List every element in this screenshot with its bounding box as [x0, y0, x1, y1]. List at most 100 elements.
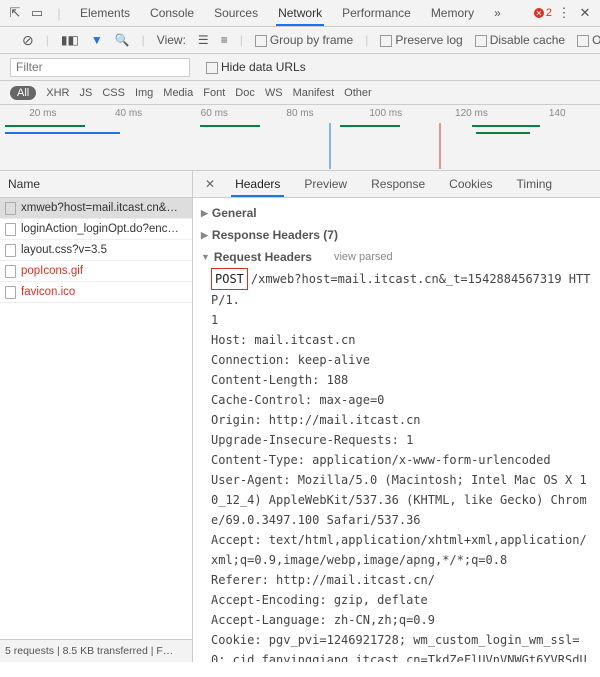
- group-by-frame-checkbox[interactable]: Group by frame: [255, 33, 353, 47]
- detail-panel: ✕ Headers Preview Response Cookies Timin…: [193, 171, 600, 662]
- header-line: Cache-Control: max-age=0: [201, 390, 592, 410]
- menu-icon[interactable]: ⋮: [552, 5, 574, 21]
- method-badge: POST: [211, 268, 248, 290]
- detail-body: ▶General ▶Response Headers (7) ▼ Request…: [193, 198, 600, 662]
- type-filter-bar: All XHR JS CSS Img Media Font Doc WS Man…: [0, 81, 600, 105]
- divider: |: [142, 33, 145, 47]
- error-icon: ✕: [534, 8, 544, 18]
- dtab-preview[interactable]: Preview: [294, 171, 357, 197]
- hide-data-urls-checkbox[interactable]: Hide data URLs: [206, 60, 306, 74]
- type-js[interactable]: JS: [79, 87, 92, 99]
- type-manifest[interactable]: Manifest: [293, 87, 335, 99]
- request-list: xmweb?host=mail.itcast.cn&… loginAction_…: [0, 198, 192, 639]
- view-large-icon[interactable]: ☰: [198, 33, 209, 47]
- section-request-headers[interactable]: ▼ Request Headers view parsed: [201, 246, 592, 268]
- header-line: Connection: keep-alive: [201, 350, 592, 370]
- list-item[interactable]: xmweb?host=mail.itcast.cn&…: [0, 198, 192, 219]
- timeline-overview[interactable]: 20 ms 40 ms 60 ms 80 ms 100 ms 120 ms 14…: [0, 105, 600, 171]
- list-item[interactable]: popIcons.gif: [0, 261, 192, 282]
- camera-icon[interactable]: ▮◧: [61, 33, 79, 47]
- file-icon: [5, 223, 16, 236]
- view-label: View:: [157, 33, 186, 47]
- dtab-headers[interactable]: Headers: [225, 171, 290, 197]
- tick: 120 ms: [429, 108, 515, 119]
- type-ws[interactable]: WS: [265, 87, 283, 99]
- inspect-icon[interactable]: ⇱: [4, 5, 26, 21]
- column-header-name[interactable]: Name: [0, 171, 192, 198]
- type-media[interactable]: Media: [163, 87, 193, 99]
- header-lines: Host: mail.itcast.cnConnection: keep-ali…: [201, 330, 592, 662]
- tab-network[interactable]: Network: [268, 0, 332, 26]
- list-item[interactable]: loginAction_loginOpt.do?enc…: [0, 219, 192, 240]
- filter-bar: Hide data URLs: [0, 54, 600, 81]
- header-line: Origin: http://mail.itcast.cn: [201, 410, 592, 430]
- split-view: Name xmweb?host=mail.itcast.cn&… loginAc…: [0, 171, 600, 662]
- header-line: Content-Type: application/x-www-form-url…: [201, 450, 592, 470]
- close-icon[interactable]: ✕: [574, 5, 596, 21]
- file-icon: [5, 202, 16, 215]
- tick: 100 ms: [343, 108, 429, 119]
- header-line: Accept-Encoding: gzip, deflate: [201, 590, 592, 610]
- type-css[interactable]: CSS: [102, 87, 125, 99]
- error-badge[interactable]: ✕ 2: [534, 7, 552, 19]
- type-font[interactable]: Font: [203, 87, 225, 99]
- clear-icon[interactable]: ⊘: [22, 32, 34, 49]
- type-all[interactable]: All: [10, 86, 36, 100]
- dtab-timing[interactable]: Timing: [507, 171, 563, 197]
- file-icon: [5, 265, 16, 278]
- tab-console[interactable]: Console: [140, 0, 204, 26]
- tab-more[interactable]: »: [484, 0, 511, 26]
- request-list-panel: Name xmweb?host=mail.itcast.cn&… loginAc…: [0, 171, 193, 662]
- divider: |: [48, 6, 70, 21]
- device-toggle-icon[interactable]: ▭: [26, 5, 48, 21]
- tick: 20 ms: [0, 108, 86, 119]
- header-line: Referer: http://mail.itcast.cn/: [201, 570, 592, 590]
- header-line: User-Agent: Mozilla/5.0 (Macintosh; Inte…: [201, 470, 592, 530]
- triangle-down-icon: ▼: [201, 252, 210, 262]
- file-icon: [5, 286, 16, 299]
- tick: 140: [514, 108, 600, 119]
- header-line: Upgrade-Insecure-Requests: 1: [201, 430, 592, 450]
- triangle-right-icon: ▶: [201, 208, 208, 219]
- tab-sources[interactable]: Sources: [204, 0, 268, 26]
- main-tabs: Elements Console Sources Network Perform…: [70, 0, 534, 26]
- view-parsed-link[interactable]: view parsed: [334, 251, 393, 263]
- tab-elements[interactable]: Elements: [70, 0, 140, 26]
- header-line: Cookie: pgv_pvi=1246921728; wm_custom_lo…: [201, 630, 592, 662]
- type-xhr[interactable]: XHR: [46, 87, 69, 99]
- tick: 80 ms: [257, 108, 343, 119]
- file-icon: [5, 244, 16, 257]
- type-other[interactable]: Other: [344, 87, 372, 99]
- tab-performance[interactable]: Performance: [332, 0, 421, 26]
- request-line: POST/xmweb?host=mail.itcast.cn&_t=154288…: [201, 268, 592, 310]
- request-line-cont: 1: [201, 310, 592, 330]
- tick: 40 ms: [86, 108, 172, 119]
- header-line: Content-Length: 188: [201, 370, 592, 390]
- offline-checkbox[interactable]: Offli: [577, 33, 600, 47]
- dtab-response[interactable]: Response: [361, 171, 435, 197]
- section-general[interactable]: ▶General: [201, 202, 592, 224]
- preserve-log-checkbox[interactable]: Preserve log: [380, 33, 462, 47]
- type-doc[interactable]: Doc: [235, 87, 255, 99]
- list-item[interactable]: layout.css?v=3.5: [0, 240, 192, 261]
- close-detail-icon[interactable]: ✕: [199, 177, 221, 191]
- divider: |: [240, 33, 243, 47]
- triangle-right-icon: ▶: [201, 230, 208, 241]
- filter-input[interactable]: [10, 58, 190, 77]
- dtab-cookies[interactable]: Cookies: [439, 171, 502, 197]
- search-icon[interactable]: 🔍: [115, 33, 130, 47]
- section-response-headers[interactable]: ▶Response Headers (7): [201, 224, 592, 246]
- divider: |: [365, 33, 368, 47]
- list-item[interactable]: favicon.ico: [0, 282, 192, 303]
- divider: |: [46, 33, 49, 47]
- view-small-icon[interactable]: ≡: [221, 33, 228, 47]
- type-img[interactable]: Img: [135, 87, 153, 99]
- tick: 60 ms: [171, 108, 257, 119]
- header-line: Accept: text/html,application/xhtml+xml,…: [201, 530, 592, 570]
- disable-cache-checkbox[interactable]: Disable cache: [475, 33, 565, 47]
- header-line: Host: mail.itcast.cn: [201, 330, 592, 350]
- tab-memory[interactable]: Memory: [421, 0, 484, 26]
- timeline-bars: [0, 123, 600, 169]
- filter-icon[interactable]: ▼: [91, 33, 103, 47]
- network-toolbar: ⊘ | ▮◧ ▼ 🔍 | View: ☰ ≡ | Group by frame …: [0, 27, 600, 54]
